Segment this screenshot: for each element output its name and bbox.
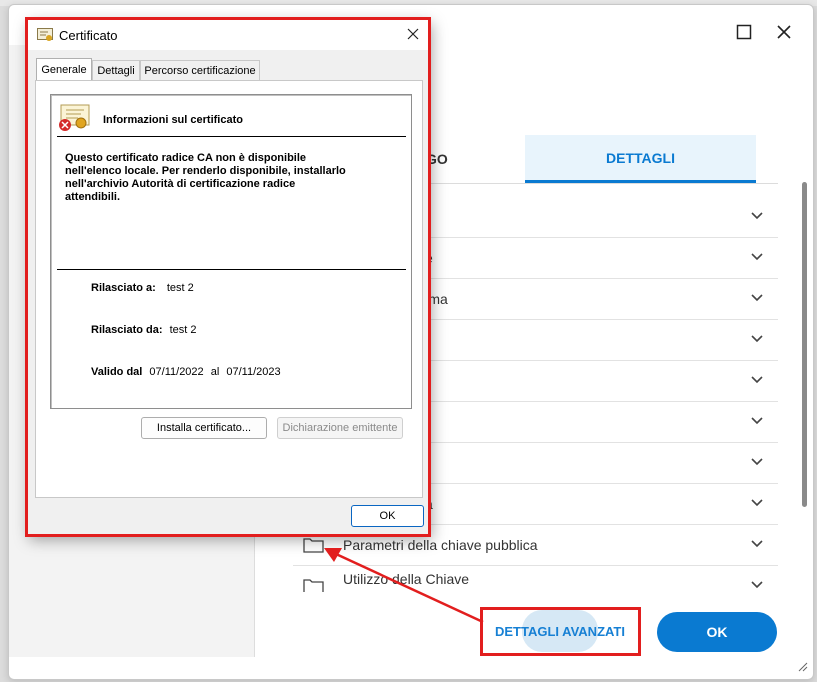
maximize-button[interactable] <box>732 20 756 44</box>
close-icon <box>777 25 791 39</box>
ok-button[interactable]: OK <box>657 612 777 652</box>
chevron-down-icon <box>751 417 763 425</box>
chevron-down-icon <box>751 458 763 466</box>
close-window-button[interactable] <box>772 20 796 44</box>
tab-details-label: DETTAGLI <box>606 149 675 166</box>
chevron-down-icon <box>751 540 763 548</box>
resize-grip-icon[interactable] <box>796 660 808 672</box>
chevron-down-icon <box>751 376 763 384</box>
scrollbar[interactable] <box>802 182 807 507</box>
chevron-down-icon <box>751 581 763 589</box>
chevron-down-icon <box>751 335 763 343</box>
tab-details[interactable]: DETTAGLI <box>525 135 756 183</box>
maximize-icon <box>736 24 752 40</box>
chevron-down-icon <box>751 253 763 261</box>
annotation-arrow-icon <box>324 548 484 624</box>
chevron-down-icon <box>751 294 763 302</box>
ok-label: OK <box>706 624 728 640</box>
chevron-down-icon <box>751 212 763 220</box>
highlight-box-advanced <box>480 607 641 656</box>
chevron-down-icon <box>751 499 763 507</box>
highlight-box-dialog <box>25 17 431 537</box>
